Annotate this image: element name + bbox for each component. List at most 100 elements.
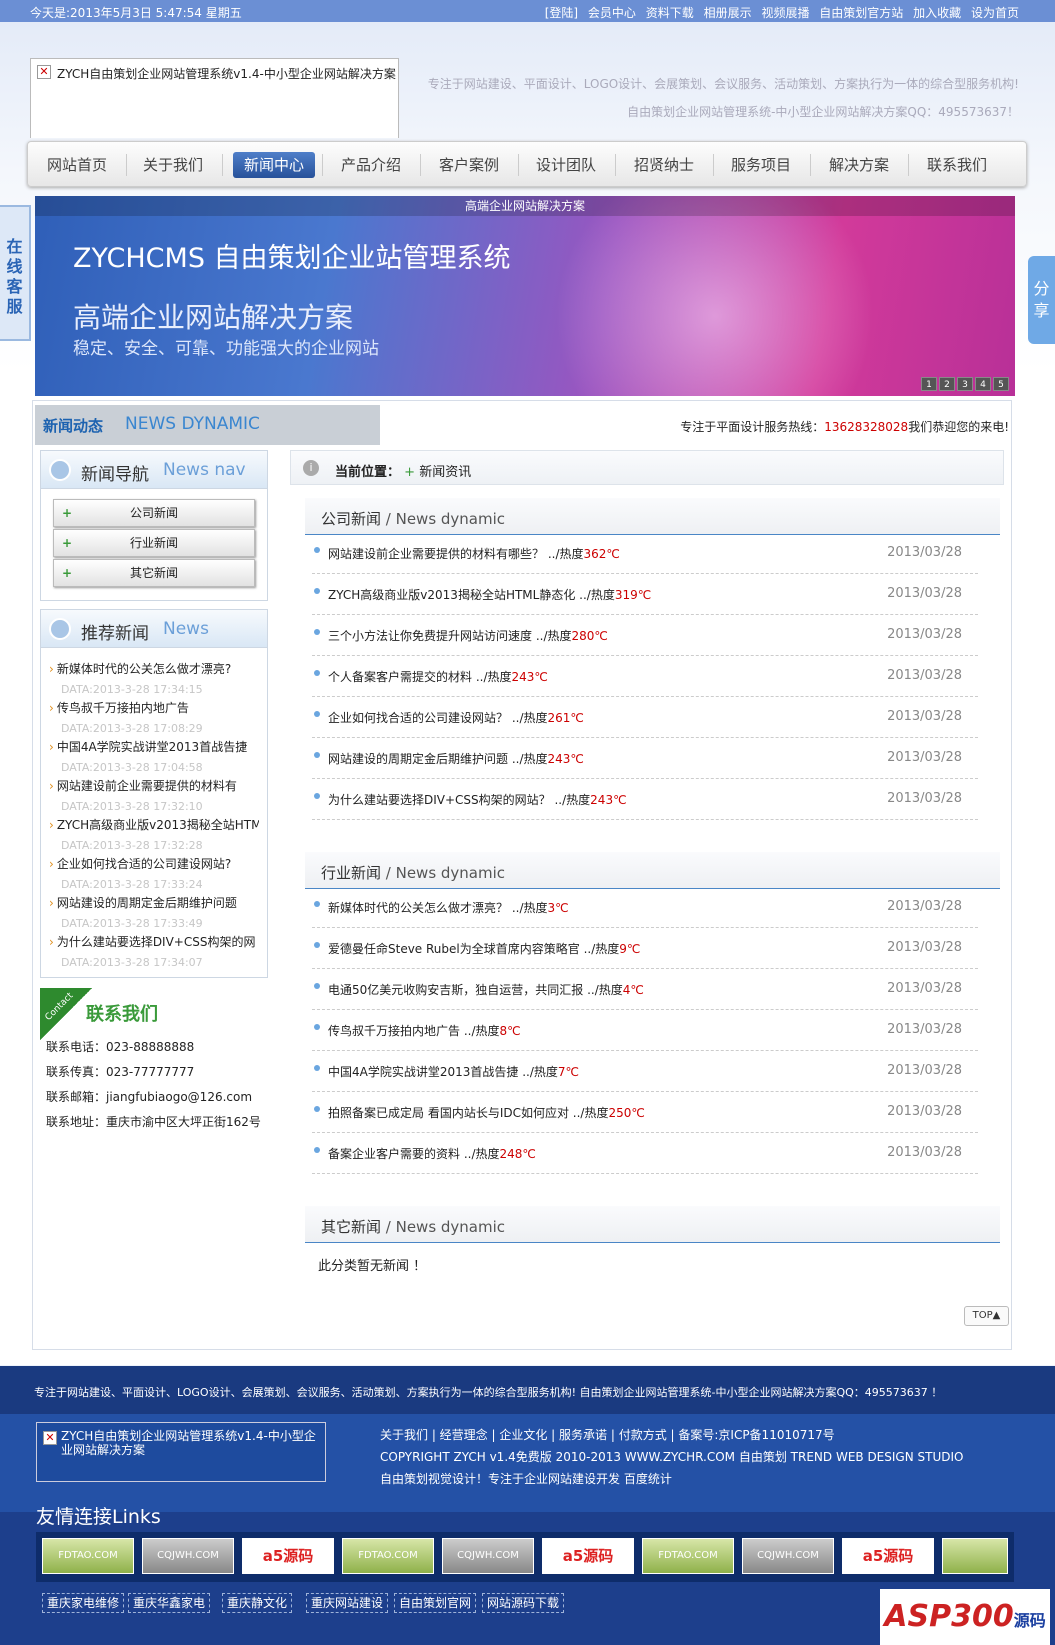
bullet-icon xyxy=(314,1106,320,1112)
recommended-item[interactable]: › 网站建设前企业需要提供的材料有 xyxy=(49,777,259,794)
nav-cases[interactable]: 客户案例 xyxy=(428,152,510,178)
banner-page-5[interactable]: 5 xyxy=(993,377,1009,391)
news-row[interactable]: 为什么建站要选择DIV+CSS构架的网站？ ../热度243℃ 2013/03/2… xyxy=(312,779,978,820)
footer: 专注于网站建设、平面设计、LOGO设计、会展策划、会议服务、活动策划、方案执行为… xyxy=(0,1366,1055,1645)
arrow-icon: › xyxy=(49,701,54,715)
friend-link-image-partial[interactable] xyxy=(942,1538,1008,1574)
nav-news[interactable]: 新闻中心 xyxy=(233,152,315,178)
recommended-item[interactable]: › 企业如何找合适的公司建设网站? xyxy=(49,855,259,872)
top-link-official[interactable]: 自由策划官方站 xyxy=(819,6,903,20)
top-link-favorite[interactable]: 加入收藏 xyxy=(913,6,961,20)
recommended-item[interactable]: › 新媒体时代的公关怎么做才漂亮? xyxy=(49,660,259,677)
friend-link-image[interactable]: FDTAO.COM xyxy=(642,1538,734,1574)
friend-link-text[interactable]: 重庆网站建设 xyxy=(306,1593,389,1613)
recommended-item[interactable]: › ZYCH高级商业版v2013揭秘全站HTM xyxy=(49,816,259,833)
friend-link-image[interactable]: a5源码 xyxy=(542,1538,634,1574)
friend-link-text[interactable]: 重庆静文化 xyxy=(222,1593,293,1613)
friend-link-image[interactable]: a5源码 xyxy=(242,1538,334,1574)
main-nav: 网站首页 关于我们 新闻中心 产品介绍 客户案例 设计团队 招贤纳士 服务项目 … xyxy=(27,141,1027,187)
news-row[interactable]: 网站建设前企业需要提供的材料有哪些？ ../热度362℃ 2013/03/28 xyxy=(312,533,978,574)
friend-link-image[interactable]: CQJWH.COM xyxy=(742,1538,834,1574)
news-nav-industry[interactable]: + 行业新闻 xyxy=(53,529,255,557)
friend-link-image[interactable]: a5源码 xyxy=(842,1538,934,1574)
top-link-homepage[interactable]: 设为首页 xyxy=(971,6,1019,20)
news-title-line[interactable]: 为什么建站要选择DIV+CSS构架的网站？ ../热度243℃ xyxy=(328,791,627,808)
hero-banner[interactable]: 高端企业网站解决方案 ZYCHCMS 自由策划企业站管理系统 高端企业网站解决方… xyxy=(35,196,1015,396)
news-row[interactable]: 网站建设的周期定金后期维护问题 ../热度243℃ 2013/03/28 xyxy=(312,738,978,779)
news-nav-company[interactable]: + 公司新闻 xyxy=(53,499,255,527)
news-row[interactable]: 爱德曼任命Steve Rubel为全球首席内容策略官 ../热度9℃ 2013/0… xyxy=(312,928,978,969)
news-row[interactable]: 新媒体时代的公关怎么做才漂亮？ ../热度3℃ 2013/03/28 xyxy=(312,887,978,928)
recommended-item[interactable]: › 传鸟叔千万接拍内地广告 xyxy=(49,699,259,716)
breadcrumb-text: 当前位置： + 新闻资讯 xyxy=(335,461,471,480)
share-tab[interactable]: 分享 xyxy=(1028,256,1055,344)
nav-team[interactable]: 设计团队 xyxy=(525,152,607,178)
top-link-album[interactable]: 相册展示 xyxy=(704,6,752,20)
banner-page-2[interactable]: 2 xyxy=(939,377,955,391)
friend-link-text[interactable]: 自由策划官网 xyxy=(394,1593,477,1613)
category-title[interactable]: 其它新闻 / News dynamic xyxy=(321,1216,505,1237)
top-link-login[interactable]: [登陆] xyxy=(545,6,578,20)
news-row[interactable]: 中国4A学院实战讲堂2013首战告捷 ../热度7℃ 2013/03/28 xyxy=(312,1051,978,1092)
back-to-top-button[interactable]: TOP▲ xyxy=(964,1306,1009,1326)
news-row[interactable]: 电通50亿美元收购安吉斯，独自运营，共同汇报 ../热度4℃ 2013/03/28 xyxy=(312,969,978,1010)
news-title-line[interactable]: 爱德曼任命Steve Rubel为全球首席内容策略官 ../热度9℃ xyxy=(328,940,640,957)
footer-links-line[interactable]: 关于我们 | 经营理念 | 企业文化 | 服务承诺 | 付款方式 | 备案号:京… xyxy=(380,1424,963,1446)
online-service-tab[interactable]: 在线客服 xyxy=(0,205,31,341)
news-title-line[interactable]: 三个小方法让你免费提升网站访问速度 ../热度280℃ xyxy=(328,627,608,644)
news-title-line[interactable]: 企业如何找合适的公司建设网站？ ../热度261℃ xyxy=(328,709,584,726)
asp300-logo[interactable]: ASP300源码 xyxy=(880,1589,1050,1645)
news-title-line[interactable]: 网站建设前企业需要提供的材料有哪些？ ../热度362℃ xyxy=(328,545,620,562)
news-row[interactable]: 三个小方法让你免费提升网站访问速度 ../热度280℃ 2013/03/28 xyxy=(312,615,978,656)
breadcrumb-label: 当前位置： xyxy=(335,465,401,480)
banner-tagline: 稳定、安全、可靠、功能强大的企业网站 xyxy=(73,339,379,359)
news-row[interactable]: 备案企业客户需要的资料 ../热度248℃ 2013/03/28 xyxy=(312,1133,978,1174)
news-title-line[interactable]: 新媒体时代的公关怎么做才漂亮？ ../热度3℃ xyxy=(328,899,569,916)
nav-solutions[interactable]: 解决方案 xyxy=(818,152,900,178)
news-title-line[interactable]: 备案企业客户需要的资料 ../热度248℃ xyxy=(328,1145,536,1162)
friend-link-text[interactable]: 网站源码下载 xyxy=(482,1593,565,1613)
category-title[interactable]: 公司新闻 / News dynamic xyxy=(321,508,505,529)
recommended-item[interactable]: › 为什么建站要选择DIV+CSS构架的网 xyxy=(49,933,259,950)
nav-contact[interactable]: 联系我们 xyxy=(916,152,998,178)
breadcrumb-current[interactable]: 新闻资讯 xyxy=(419,465,471,480)
news-row[interactable]: ZYCH高级商业版v2013揭秘全站HTML静态化 ../热度319℃ 2013/… xyxy=(312,574,978,615)
site-logo[interactable]: ✕ ZYCH自由策划企业网站管理系统v1.4-中小型企业网站解决方案 xyxy=(30,58,399,138)
news-title-line[interactable]: ZYCH高级商业版v2013揭秘全站HTML静态化 ../热度319℃ xyxy=(328,586,651,603)
friend-link-text[interactable]: 重庆华鑫家电 xyxy=(128,1593,211,1613)
news-row[interactable]: 企业如何找合适的公司建设网站？ ../热度261℃ 2013/03/28 xyxy=(312,697,978,738)
footer-logo[interactable]: ✕ ZYCH自由策划企业网站管理系统v1.4-中小型企业网站解决方案 xyxy=(36,1422,326,1482)
news-title-line[interactable]: 个人备案客户需提交的材料 ../热度243℃ xyxy=(328,668,548,685)
nav-home[interactable]: 网站首页 xyxy=(36,152,118,178)
news-row[interactable]: 个人备案客户需提交的材料 ../热度243℃ 2013/03/28 xyxy=(312,656,978,697)
friend-link-text[interactable]: 重庆家电维修 xyxy=(42,1593,125,1613)
news-title-line[interactable]: 电通50亿美元收购安吉斯，独自运营，共同汇报 ../热度4℃ xyxy=(328,981,644,998)
news-title-line[interactable]: 网站建设的周期定金后期维护问题 ../热度243℃ xyxy=(328,750,584,767)
top-link-member[interactable]: 会员中心 xyxy=(588,6,636,20)
news-title-line[interactable]: 中国4A学院实战讲堂2013首战告捷 ../热度7℃ xyxy=(328,1063,579,1080)
category-title[interactable]: 行业新闻 / News dynamic xyxy=(321,862,505,883)
recommended-item[interactable]: › 中国4A学院实战讲堂2013首战告捷 xyxy=(49,738,259,755)
nav-jobs[interactable]: 招贤纳士 xyxy=(623,152,705,178)
news-title-line[interactable]: 传鸟叔千万接拍内地广告 ../热度8℃ xyxy=(328,1022,521,1039)
news-title: 备案企业客户需要的资料 xyxy=(328,1147,461,1161)
banner-page-1[interactable]: 1 xyxy=(921,377,937,391)
news-nav-other[interactable]: + 其它新闻 xyxy=(53,559,255,587)
friend-link-image[interactable]: CQJWH.COM xyxy=(142,1538,234,1574)
recommended-item[interactable]: › 网站建设的周期定金后期维护问题 xyxy=(49,894,259,911)
nav-about[interactable]: 关于我们 xyxy=(132,152,214,178)
top-link-download[interactable]: 资料下载 xyxy=(646,6,694,20)
top-link-video[interactable]: 视频展播 xyxy=(761,6,809,20)
news-row[interactable]: 传鸟叔千万接拍内地广告 ../热度8℃ 2013/03/28 xyxy=(312,1010,978,1051)
news-nav-title: 新闻导航 xyxy=(81,465,149,485)
nav-products[interactable]: 产品介绍 xyxy=(330,152,412,178)
friend-link-image[interactable]: FDTAO.COM xyxy=(42,1538,134,1574)
news-title-line[interactable]: 拍照备案已成定局 看国内站长与IDC如何应对 ../热度250℃ xyxy=(328,1104,645,1121)
friend-link-image[interactable]: FDTAO.COM xyxy=(342,1538,434,1574)
bullet-icon xyxy=(314,793,320,799)
friend-link-image[interactable]: CQJWH.COM xyxy=(442,1538,534,1574)
news-row[interactable]: 拍照备案已成定局 看国内站长与IDC如何应对 ../热度250℃ 2013/03/… xyxy=(312,1092,978,1133)
banner-page-4[interactable]: 4 xyxy=(975,377,991,391)
nav-services[interactable]: 服务项目 xyxy=(720,152,802,178)
banner-page-3[interactable]: 3 xyxy=(957,377,973,391)
